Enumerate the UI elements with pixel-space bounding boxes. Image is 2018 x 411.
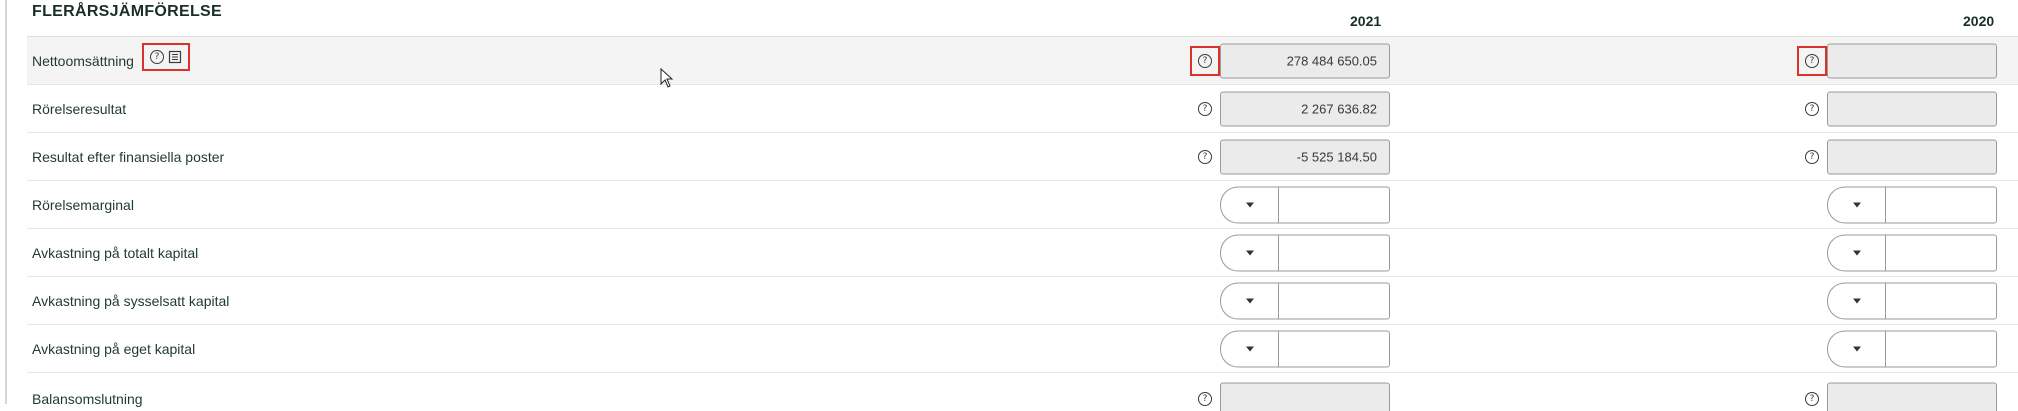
unit-combo-2020 [1827,330,1997,367]
unit-combo-2020 [1827,234,1997,271]
unit-combo-2021 [1220,282,1390,319]
label-icons-group: ? [142,43,190,71]
row-label: Avkastning på sysselsatt kapital [32,293,229,309]
row-label: Avkastning på eget kapital [32,341,195,357]
dropdown-button[interactable] [1827,234,1885,271]
row-label: Rörelsemarginal [32,197,134,213]
row-nettoomsattning: Nettoomsättning ? ? 278 484 650.05 ? [27,37,2018,85]
unit-combo-2020 [1827,186,1997,223]
help-button-2021[interactable]: ? [1190,94,1220,124]
left-border [5,0,7,404]
row-avkastning-eget-kapital: Avkastning på eget kapital [27,325,2018,373]
row-rorelseresultat: Rörelseresultat ? 2 267 636.82 ? [27,85,2018,133]
help-button-2021[interactable]: ? [1190,46,1220,76]
row-resultat-efter-finansiella-poster: Resultat efter finansiella poster ? -5 5… [27,133,2018,181]
unit-combo-2021 [1220,234,1390,271]
year-header-2021: 2021 [1350,13,1381,29]
row-label: Nettoomsättning [32,53,134,69]
row-rorelsemarginal: Rörelsemarginal [27,181,2018,229]
unit-combo-2020 [1827,282,1997,319]
multi-year-comparison: FLERÅRSJÄMFÖRELSE 2021 2020 Nettoomsättn… [27,0,2018,404]
row-balansomslutning: Balansomslutning ? ? [27,373,2018,411]
value-input[interactable] [1278,186,1390,223]
help-button-2020[interactable]: ? [1797,142,1827,172]
unit-combo-2021 [1220,330,1390,367]
row-avkastning-sysselsatt-kapital: Avkastning på sysselsatt kapital [27,277,2018,325]
value-input[interactable] [1885,234,1997,271]
dropdown-button[interactable] [1220,186,1278,223]
help-button-2020[interactable]: ? [1797,384,1827,411]
amount-field-2021[interactable]: -5 525 184.50 [1220,139,1390,174]
caret-down-icon [1853,202,1861,207]
mouse-pointer-icon [660,68,674,88]
question-circle-icon: ? [1805,102,1819,116]
help-button-2020[interactable]: ? [1797,94,1827,124]
dropdown-button[interactable] [1220,282,1278,319]
caret-down-icon [1246,202,1254,207]
amount-field-2020[interactable] [1827,383,1997,411]
question-circle-icon: ? [1805,150,1819,164]
caret-down-icon [1246,346,1254,351]
help-button-2020[interactable]: ? [1797,46,1827,76]
value-input[interactable] [1885,330,1997,367]
help-button-2021[interactable]: ? [1190,142,1220,172]
document-icon[interactable] [168,50,182,64]
question-circle-icon: ? [1805,54,1819,68]
amount-field-2020[interactable] [1827,43,1997,78]
caret-down-icon [1853,298,1861,303]
amount-field-2021[interactable]: 2 267 636.82 [1220,91,1390,126]
caret-down-icon [1246,250,1254,255]
caret-down-icon [1246,298,1254,303]
amount-field-2021[interactable]: 278 484 650.05 [1220,43,1390,78]
dropdown-button[interactable] [1827,282,1885,319]
unit-combo-2021 [1220,186,1390,223]
value-input[interactable] [1278,234,1390,271]
section-header: FLERÅRSJÄMFÖRELSE 2021 2020 [27,0,2018,37]
value-input[interactable] [1885,282,1997,319]
section-title: FLERÅRSJÄMFÖRELSE [32,3,222,21]
row-label: Balansomslutning [32,391,143,407]
help-button-2021[interactable]: ? [1190,384,1220,411]
caret-down-icon [1853,346,1861,351]
dropdown-button[interactable] [1827,186,1885,223]
amount-field-2020[interactable] [1827,91,1997,126]
row-avkastning-totalt-kapital: Avkastning på totalt kapital [27,229,2018,277]
dropdown-button[interactable] [1827,330,1885,367]
amount-field-2020[interactable] [1827,139,1997,174]
value-input[interactable] [1278,330,1390,367]
dropdown-button[interactable] [1220,234,1278,271]
value-input[interactable] [1278,282,1390,319]
question-circle-icon: ? [1198,102,1212,116]
question-circle-icon: ? [1198,150,1212,164]
question-circle-icon[interactable]: ? [150,50,164,64]
row-label: Rörelseresultat [32,101,126,117]
row-label: Resultat efter finansiella poster [32,149,224,165]
row-label: Avkastning på totalt kapital [32,245,198,261]
year-header-2020: 2020 [1963,13,1994,29]
dropdown-button[interactable] [1220,330,1278,367]
amount-field-2021[interactable] [1220,383,1390,411]
value-input[interactable] [1885,186,1997,223]
question-circle-icon: ? [1198,54,1212,68]
caret-down-icon [1853,250,1861,255]
